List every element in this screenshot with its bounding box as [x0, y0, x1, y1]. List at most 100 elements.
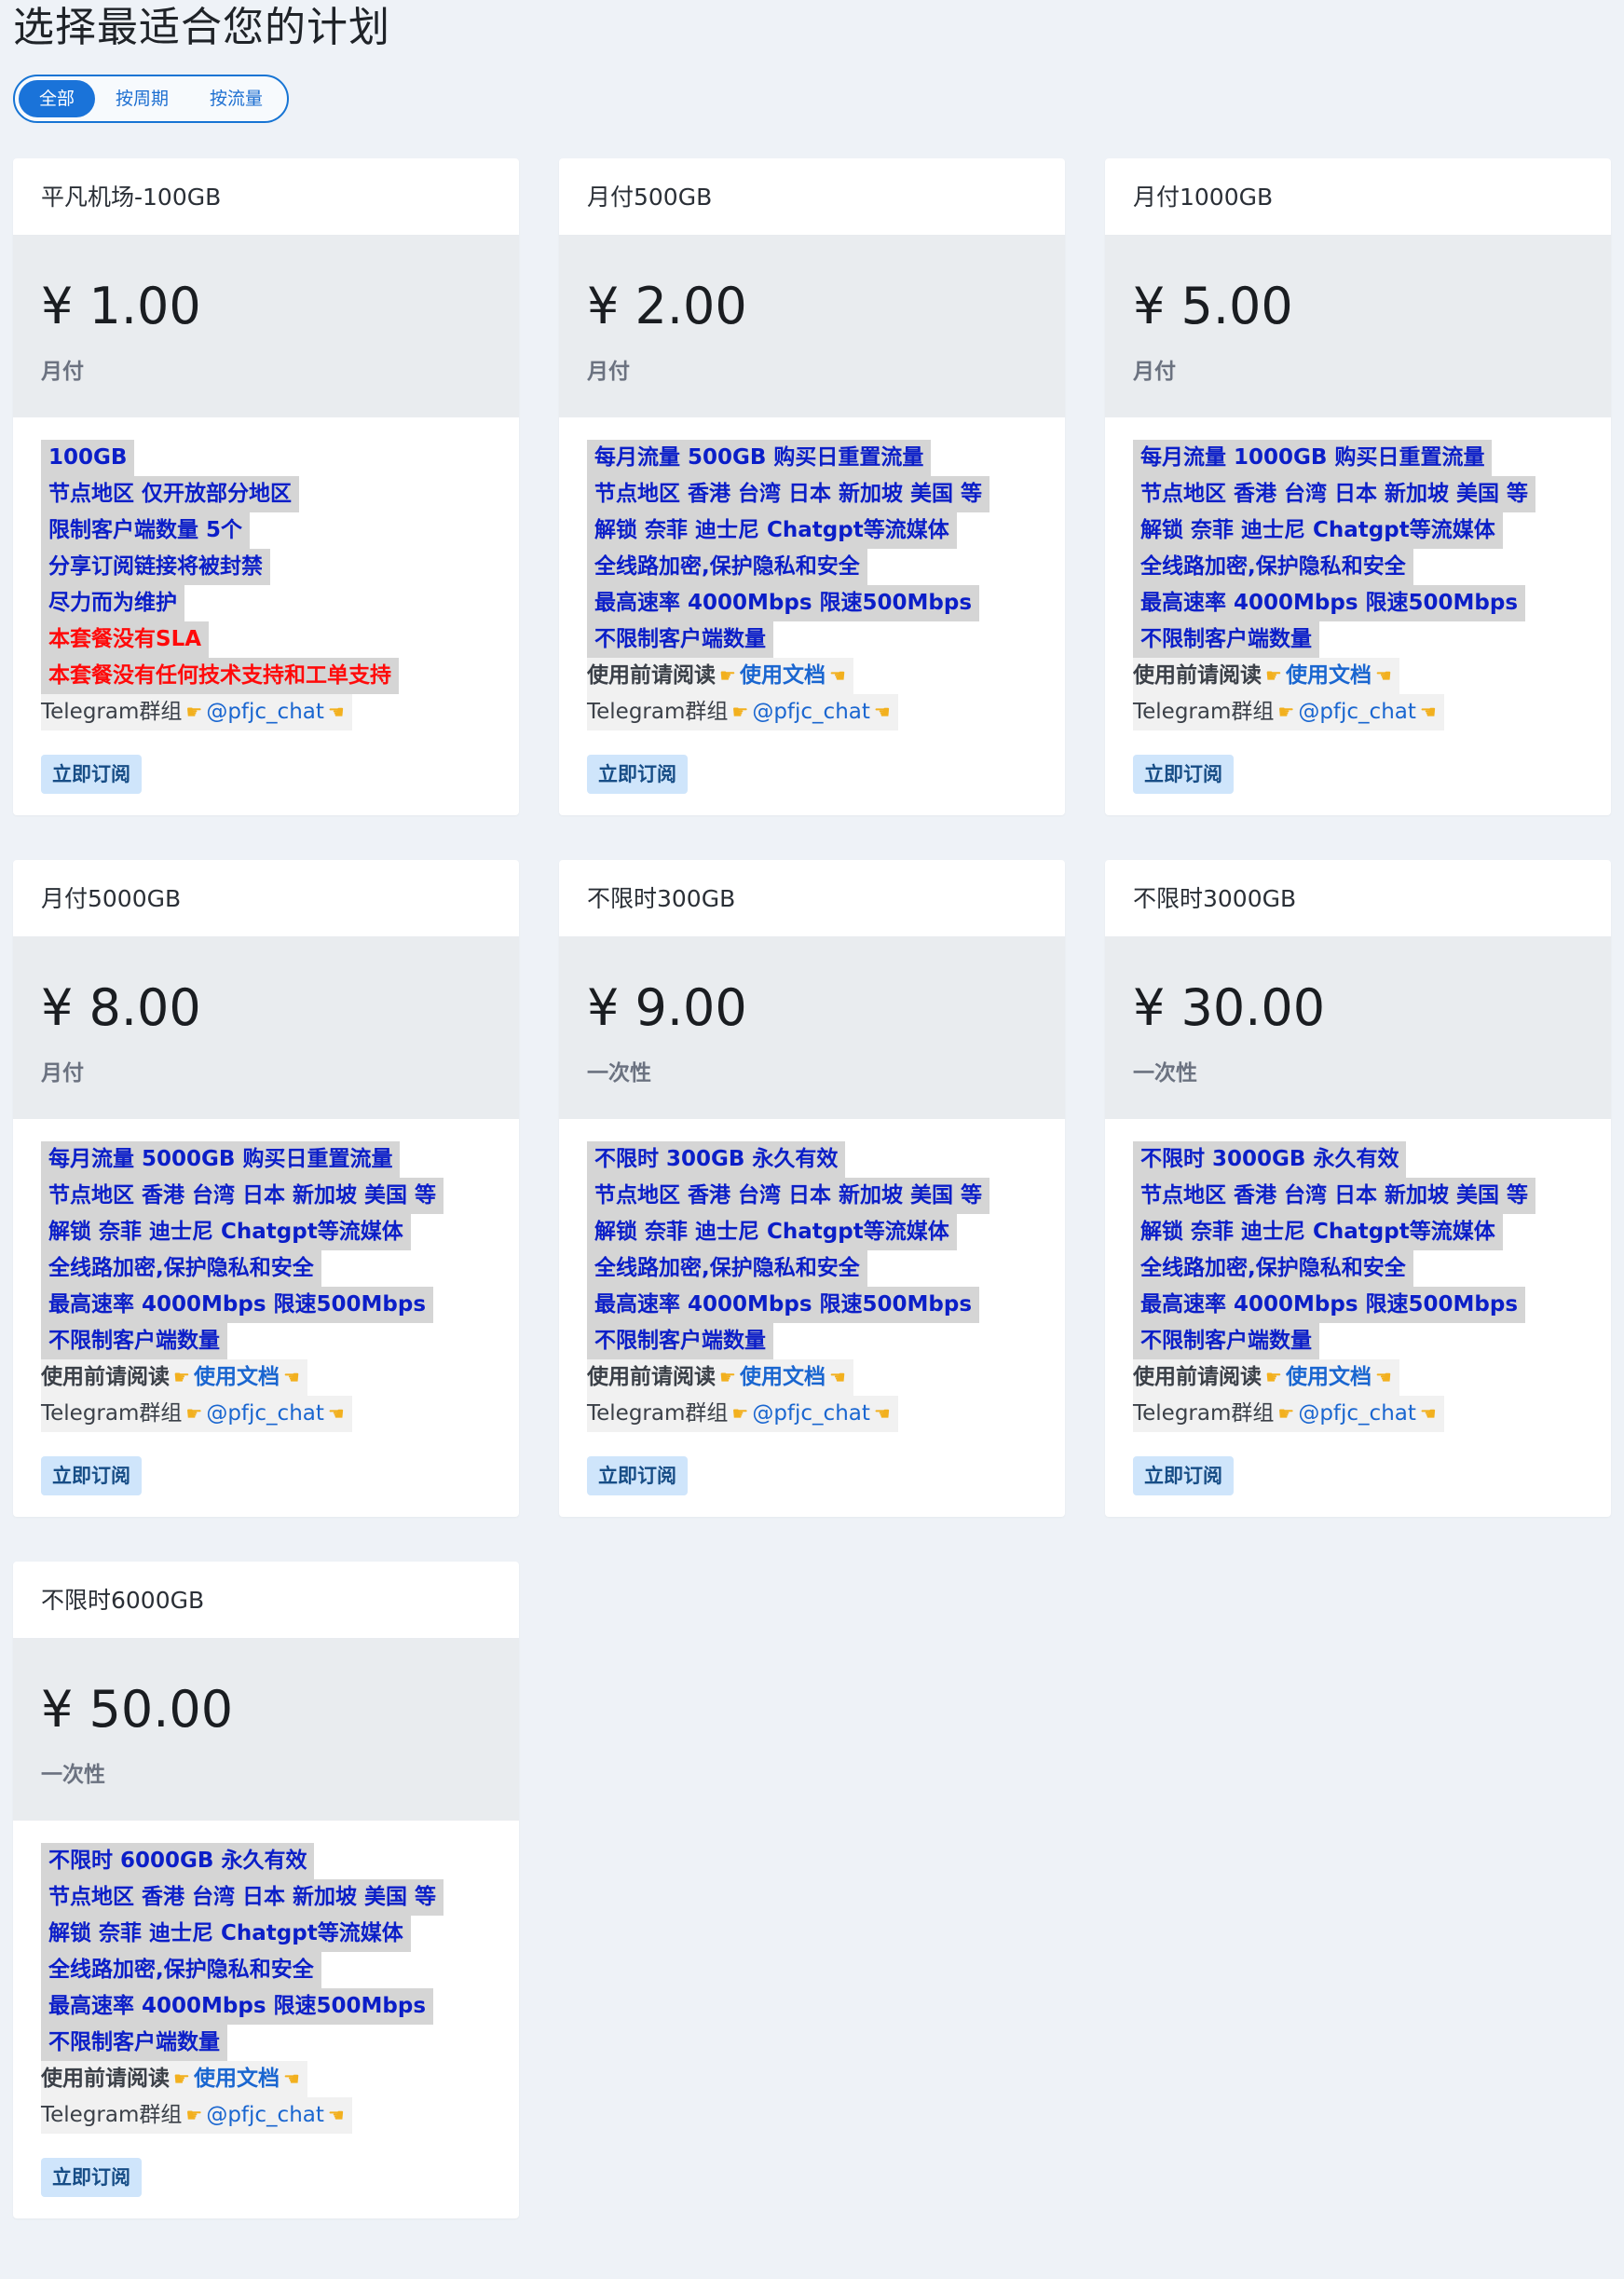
- plan-name: 月付1000GB: [1105, 158, 1611, 236]
- plan-name: 月付5000GB: [13, 860, 519, 937]
- telegram-link[interactable]: @pfjc_chat: [206, 1401, 324, 1426]
- doc-note: 使用前请阅读 ☛ 使用文档 ☚: [587, 1359, 853, 1396]
- doc-note: 使用前请阅读 ☛ 使用文档 ☚: [587, 658, 853, 694]
- plan-card: 月付1000GB ¥ 5.00 月付 每月流量 1000GB 购买日重置流量 节点…: [1105, 158, 1611, 815]
- telegram-prefix: Telegram群组: [587, 700, 729, 724]
- feature-item: 最高速率 4000Mbps 限速500Mbps: [41, 1287, 434, 1323]
- doc-prefix: 使用前请阅读: [587, 1365, 716, 1389]
- docs-link[interactable]: 使用文档: [1286, 663, 1372, 688]
- feature-row: 节点地区 香港 台湾 日本 新加坡 美国 等: [587, 476, 1037, 512]
- docs-link[interactable]: 使用文档: [194, 1365, 280, 1389]
- feature-item: 本套餐没有任何技术支持和工单支持: [41, 658, 399, 694]
- feature-item: 节点地区 香港 台湾 日本 新加坡 美国 等: [587, 1178, 990, 1214]
- feature-row: 不限时 300GB 永久有效: [587, 1141, 1037, 1178]
- pointing-right-icon: ☛: [731, 701, 749, 723]
- plan-period: 月付: [1133, 360, 1176, 384]
- doc-row: 使用前请阅读 ☛ 使用文档 ☚: [587, 1359, 1037, 1396]
- feature-item: 不限时 6000GB 永久有效: [41, 1843, 315, 1879]
- pointing-right-icon: ☛: [185, 2104, 203, 2126]
- feature-item: 节点地区 香港 台湾 日本 新加坡 美国 等: [1133, 476, 1536, 512]
- telegram-link[interactable]: @pfjc_chat: [206, 2103, 324, 2127]
- feature-row: 不限制客户端数量: [587, 1323, 1037, 1359]
- telegram-note: Telegram群组 ☛ @pfjc_chat ☚: [41, 694, 352, 730]
- feature-item: 不限制客户端数量: [1133, 621, 1319, 658]
- pointing-right-icon: ☛: [173, 1366, 190, 1388]
- plan-features: 100GB 节点地区 仅开放部分地区 限制客户端数量 5个 分享订阅链接将被封禁 尽力而…: [13, 417, 519, 794]
- feature-list: 100GB 节点地区 仅开放部分地区 限制客户端数量 5个 分享订阅链接将被封禁 尽力而…: [41, 440, 491, 694]
- price-block: ¥ 2.00 月付: [559, 236, 1065, 417]
- subscribe-button[interactable]: 立即订阅: [41, 2158, 142, 2197]
- filter-by-period-tab[interactable]: 按周期: [95, 80, 189, 117]
- subscribe-button[interactable]: 立即订阅: [41, 755, 142, 794]
- plan-price: ¥ 50.00: [41, 1680, 234, 1739]
- subscribe-button[interactable]: 立即订阅: [587, 1456, 688, 1495]
- feature-row: 不限制客户端数量: [41, 2025, 491, 2061]
- feature-list: 不限时 3000GB 永久有效 节点地区 香港 台湾 日本 新加坡 美国 等解锁 …: [1133, 1141, 1583, 1359]
- subscribe-button[interactable]: 立即订阅: [1133, 1456, 1234, 1495]
- price-block: ¥ 50.00 一次性: [13, 1639, 519, 1821]
- plan-period: 一次性: [587, 1061, 651, 1085]
- pointing-left-icon: ☚: [1374, 664, 1392, 687]
- docs-link[interactable]: 使用文档: [1286, 1365, 1372, 1389]
- feature-row: 全线路加密,保护隐私和安全: [41, 1952, 491, 1988]
- feature-row: 最高速率 4000Mbps 限速500Mbps: [1133, 1287, 1583, 1323]
- telegram-row: Telegram群组 ☛ @pfjc_chat ☚: [587, 694, 1037, 730]
- feature-item: 节点地区 香港 台湾 日本 新加坡 美国 等: [1133, 1178, 1536, 1214]
- pointing-left-icon: ☚: [873, 1402, 891, 1425]
- filter-by-traffic-tab[interactable]: 按流量: [189, 80, 283, 117]
- plan-name: 平凡机场-100GB: [13, 158, 519, 236]
- subscribe-button[interactable]: 立即订阅: [41, 1456, 142, 1495]
- plan-price: ¥ 30.00: [1133, 978, 1326, 1037]
- doc-prefix: 使用前请阅读: [1133, 1365, 1262, 1389]
- pointing-right-icon: ☛: [731, 1402, 749, 1425]
- feature-row: 最高速率 4000Mbps 限速500Mbps: [1133, 585, 1583, 621]
- filter-all-tab[interactable]: 全部: [19, 80, 96, 117]
- telegram-link[interactable]: @pfjc_chat: [752, 1401, 870, 1426]
- telegram-prefix: Telegram群组: [1133, 1401, 1275, 1426]
- feature-row: 节点地区 仅开放部分地区: [41, 476, 491, 512]
- feature-list: 不限时 6000GB 永久有效 节点地区 香港 台湾 日本 新加坡 美国 等解锁 …: [41, 1843, 491, 2061]
- feature-item: 全线路加密,保护隐私和安全: [1133, 1250, 1413, 1287]
- doc-row: 使用前请阅读 ☛ 使用文档 ☚: [1133, 658, 1583, 694]
- docs-link[interactable]: 使用文档: [194, 2067, 280, 2091]
- feature-row: 全线路加密,保护隐私和安全: [587, 549, 1037, 585]
- telegram-link[interactable]: @pfjc_chat: [752, 700, 870, 724]
- doc-prefix: 使用前请阅读: [41, 2067, 170, 2091]
- price-block: ¥ 1.00 月付: [13, 236, 519, 417]
- feature-row: 每月流量 500GB 购买日重置流量: [587, 440, 1037, 476]
- pointing-left-icon: ☚: [1419, 701, 1437, 723]
- feature-row: 尽力而为维护: [41, 585, 491, 621]
- plan-period: 月付: [41, 360, 84, 384]
- telegram-link[interactable]: @pfjc_chat: [1298, 700, 1416, 724]
- feature-row: 限制客户端数量 5个: [41, 512, 491, 549]
- pointing-right-icon: ☛: [173, 2067, 190, 2090]
- docs-link[interactable]: 使用文档: [740, 1365, 826, 1389]
- subscribe-button[interactable]: 立即订阅: [587, 755, 688, 794]
- pointing-right-icon: ☛: [1277, 701, 1295, 723]
- feature-item: 解锁 奈菲 迪士尼 Chatgpt等流媒体: [587, 512, 957, 549]
- doc-row: 使用前请阅读 ☛ 使用文档 ☚: [1133, 1359, 1583, 1396]
- feature-row: 解锁 奈菲 迪士尼 Chatgpt等流媒体: [1133, 1214, 1583, 1250]
- telegram-prefix: Telegram群组: [1133, 700, 1275, 724]
- telegram-link[interactable]: @pfjc_chat: [206, 700, 324, 724]
- feature-item: 不限时 300GB 永久有效: [587, 1141, 846, 1178]
- plan-grid: 平凡机场-100GB ¥ 1.00 月付 100GB 节点地区 仅开放部分地区 限制…: [13, 158, 1611, 2218]
- pointing-left-icon: ☚: [828, 1366, 846, 1388]
- plan-price: ¥ 1.00: [41, 277, 201, 335]
- plan-features: 不限时 300GB 永久有效 节点地区 香港 台湾 日本 新加坡 美国 等解锁 奈…: [559, 1119, 1065, 1495]
- feature-row: 全线路加密,保护隐私和安全: [1133, 1250, 1583, 1287]
- docs-link[interactable]: 使用文档: [740, 663, 826, 688]
- feature-item: 解锁 奈菲 迪士尼 Chatgpt等流媒体: [587, 1214, 957, 1250]
- feature-row: 节点地区 香港 台湾 日本 新加坡 美国 等: [587, 1178, 1037, 1214]
- plan-card: 不限时3000GB ¥ 30.00 一次性 不限时 3000GB 永久有效 节点地…: [1105, 860, 1611, 1517]
- feature-item: 节点地区 仅开放部分地区: [41, 476, 300, 512]
- telegram-note: Telegram群组 ☛ @pfjc_chat ☚: [1133, 694, 1444, 730]
- feature-item: 最高速率 4000Mbps 限速500Mbps: [1133, 1287, 1526, 1323]
- pointing-right-icon: ☛: [185, 1402, 203, 1425]
- price-block: ¥ 8.00 月付: [13, 937, 519, 1119]
- telegram-link[interactable]: @pfjc_chat: [1298, 1401, 1416, 1426]
- feature-item: 解锁 奈菲 迪士尼 Chatgpt等流媒体: [1133, 512, 1503, 549]
- feature-item: 不限制客户端数量: [1133, 1323, 1319, 1359]
- subscribe-button[interactable]: 立即订阅: [1133, 755, 1234, 794]
- pointing-right-icon: ☛: [1277, 1402, 1295, 1425]
